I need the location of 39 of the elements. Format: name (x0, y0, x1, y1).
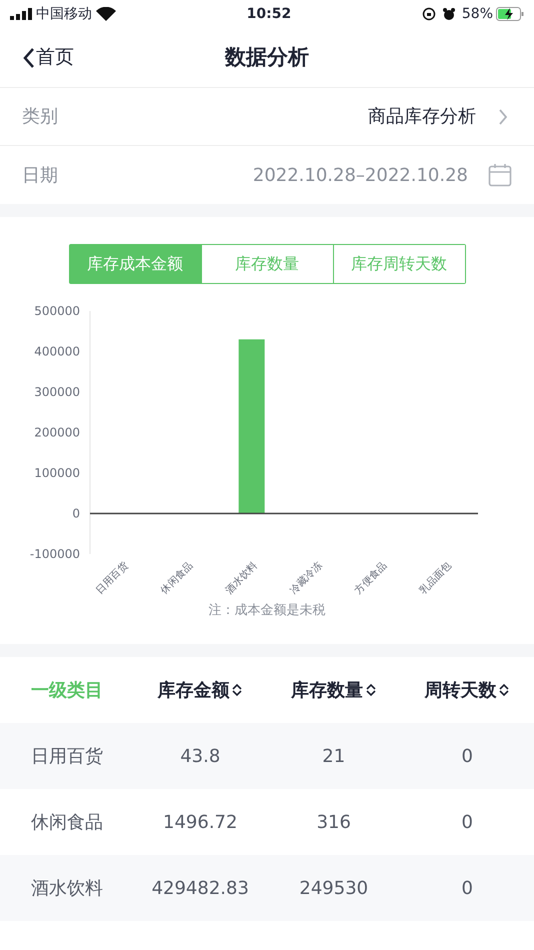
table-cell-text: 0 (460, 744, 474, 768)
y-tick-label: 0 (72, 506, 80, 520)
table-cell-text: 316 (316, 810, 352, 834)
table-cell-text: 429482.83 (150, 876, 250, 900)
table-cell-text: 21 (321, 744, 346, 768)
x-category-label: 日用百货 (94, 560, 130, 596)
table-cell-text: 酒水饮料 (30, 876, 104, 900)
filter-value: 商品库存分析 (368, 105, 476, 129)
x-category-label: 酒水饮料 (224, 560, 260, 596)
chart-note: 注：成本金额是未税 (208, 602, 326, 620)
carrier-name: 中国移动 (36, 4, 92, 24)
table-cell-text: 休闲食品 (30, 810, 104, 834)
page-title: 数据分析 (225, 44, 309, 71)
clock: 10:52 (246, 4, 292, 24)
column-header[interactable]: 周转天数 (424, 676, 510, 704)
x-category-label: 休闲食品 (159, 560, 196, 596)
x-category-label: 方便食品 (353, 560, 390, 596)
filter-value: 2022.10.28–2022.10.28 (252, 164, 468, 188)
y-tick-label: 500000 (34, 304, 80, 318)
back-button[interactable]: 首页 (22, 43, 74, 72)
x-category-label: 冷藏冷冻 (288, 560, 324, 596)
y-tick-label: 300000 (34, 385, 80, 399)
x-category-label: 乳品面包 (418, 560, 454, 596)
filter-label: 类别 (22, 105, 58, 129)
table-cell-text: 1496.72 (162, 810, 238, 834)
y-tick-label: -100000 (30, 547, 80, 561)
column-header[interactable]: 库存金额 (157, 676, 244, 704)
y-tick-label: 200000 (34, 426, 80, 440)
column-header[interactable]: 库存数量 (290, 676, 377, 704)
y-tick-label: 100000 (34, 466, 80, 480)
table-cell-text: 249530 (298, 876, 370, 900)
table-cell-text: 0 (460, 810, 474, 834)
table-cell-text: 0 (460, 876, 474, 900)
y-tick-label: 400000 (34, 344, 80, 358)
battery-percent: 58% (462, 4, 493, 24)
filter-label: 日期 (22, 164, 58, 188)
table-cell-text: 日用百货 (30, 744, 104, 768)
table-cell-text: 43.8 (179, 744, 222, 768)
filter-row[interactable]: 类别 商品库存分析 (0, 88, 534, 146)
